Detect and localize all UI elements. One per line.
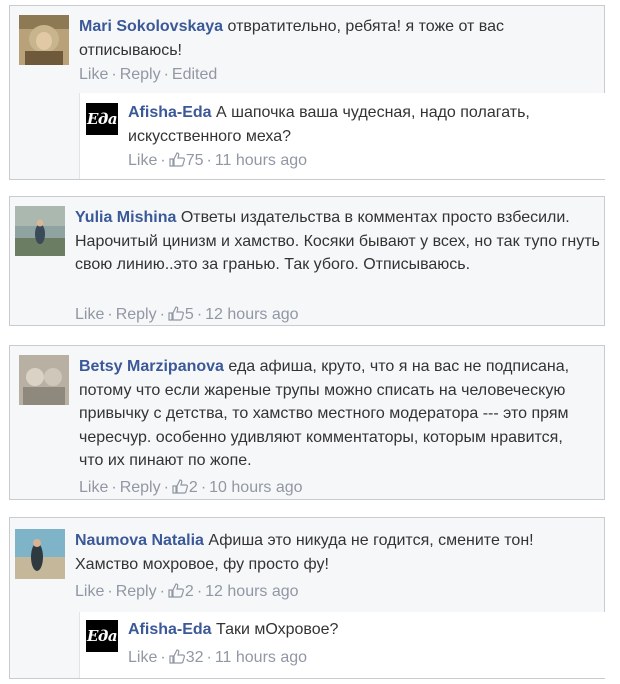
reply-link[interactable]: Reply xyxy=(116,583,157,600)
reply-actions: Like · 32 · 11 hours ago xyxy=(128,649,308,666)
avatar[interactable] xyxy=(15,206,65,256)
page-logo[interactable]: Еда xyxy=(86,103,118,135)
reply-link[interactable]: Reply xyxy=(120,479,161,496)
comment-actions: Like · Reply · 2 · 12 hours ago xyxy=(75,583,299,600)
like-link[interactable]: Like xyxy=(128,152,157,169)
reply-actions: Like · 75 · 11 hours ago xyxy=(128,152,308,169)
reply-author-name[interactable]: Afisha-Eda xyxy=(128,104,212,121)
author-name[interactable]: Mari Sokolovskaya xyxy=(79,18,223,35)
comment-card: Betsy Marzipanova еда афиша, круто, что … xyxy=(9,345,605,500)
comment-card: Yulia Mishina Ответы издательства в комм… xyxy=(9,196,605,326)
thumbs-up-icon xyxy=(172,479,188,494)
reply-link[interactable]: Reply xyxy=(116,306,157,323)
page-logo[interactable]: Еда xyxy=(86,620,118,652)
reply-link[interactable]: Reply xyxy=(120,66,161,83)
avatar[interactable] xyxy=(19,355,69,405)
reply-thread: Еда Afisha-Eda А шапочка ваша чудесная, … xyxy=(79,93,606,179)
comment-actions: Like · Reply · Edited xyxy=(79,66,218,83)
author-name[interactable]: Betsy Marzipanova xyxy=(79,358,224,375)
like-count[interactable]: 2 xyxy=(168,583,194,600)
thumbs-up-icon xyxy=(168,306,184,321)
author-name[interactable]: Yulia Mishina xyxy=(75,209,176,226)
like-count[interactable]: 2 xyxy=(172,479,198,496)
timestamp[interactable]: 11 hours ago xyxy=(215,152,307,169)
reply-author-name[interactable]: Afisha-Eda xyxy=(128,621,212,638)
like-link[interactable]: Like xyxy=(79,66,108,83)
like-count[interactable]: 75 xyxy=(169,152,203,169)
comment-text: Naumova Natalia Афиша это никуда не годи… xyxy=(75,529,565,576)
timestamp[interactable]: 10 hours ago xyxy=(209,479,302,496)
thumbs-up-icon xyxy=(169,649,185,664)
comment-text: Betsy Marzipanova еда афиша, круто, что … xyxy=(79,355,589,473)
avatar[interactable] xyxy=(15,529,65,579)
comment-text: Mari Sokolovskaya отвратительно, ребята!… xyxy=(79,15,579,62)
comment-text: Yulia Mishina Ответы издательства в комм… xyxy=(75,206,605,277)
reply-text: Afisha-Eda А шапочка ваша чудесная, надо… xyxy=(128,101,568,148)
timestamp[interactable]: 11 hours ago xyxy=(215,649,307,666)
reply-text: Afisha-Eda Таки мОхровое? xyxy=(128,618,568,642)
like-link[interactable]: Like xyxy=(79,479,108,496)
author-name[interactable]: Naumova Natalia xyxy=(75,532,204,549)
comment-card: Naumova Natalia Афиша это никуда не годи… xyxy=(9,517,606,679)
timestamp[interactable]: 12 hours ago xyxy=(205,583,298,600)
like-count[interactable]: 32 xyxy=(169,649,203,666)
reply-body: Таки мОхровое? xyxy=(216,621,339,638)
comment-card: Mari Sokolovskaya отвратительно, ребята!… xyxy=(9,5,606,180)
edited-label[interactable]: Edited xyxy=(172,66,217,83)
thumbs-up-icon xyxy=(168,583,184,598)
like-link[interactable]: Like xyxy=(75,306,104,323)
comment-actions: Like · Reply · 2 · 10 hours ago xyxy=(79,479,303,496)
like-count[interactable]: 5 xyxy=(168,306,194,323)
like-link[interactable]: Like xyxy=(75,583,104,600)
comment-actions: Like · Reply · 5 · 12 hours ago xyxy=(75,306,299,323)
like-link[interactable]: Like xyxy=(128,649,157,666)
avatar[interactable] xyxy=(19,15,69,65)
thumbs-up-icon xyxy=(169,152,185,167)
timestamp[interactable]: 12 hours ago xyxy=(205,306,298,323)
reply-thread: Еда Afisha-Eda Таки мОхровое? Like · 32 · 11… xyxy=(79,612,606,678)
